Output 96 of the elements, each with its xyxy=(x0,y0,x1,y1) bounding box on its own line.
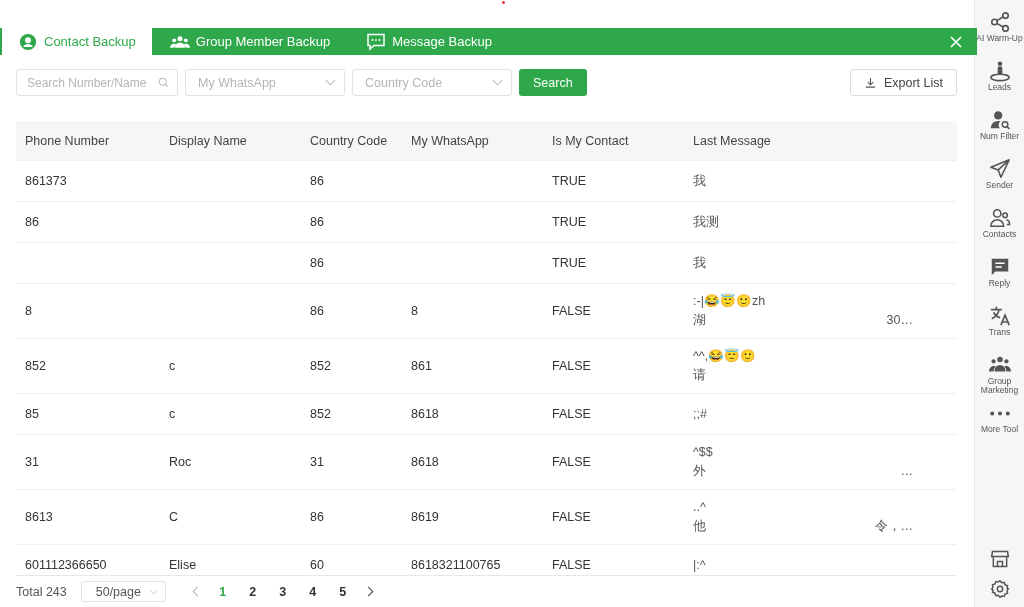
table-cell: 8613 xyxy=(25,510,53,524)
paper-plane-icon xyxy=(988,158,1011,180)
message-text: ^$$ xyxy=(693,444,713,461)
contacts-icon xyxy=(988,207,1011,229)
table-cell: Elise xyxy=(169,558,197,572)
message-text: 30… xyxy=(886,312,914,329)
settings-icon[interactable] xyxy=(989,579,1010,599)
share-icon xyxy=(988,11,1011,33)
page-button[interactable]: 3 xyxy=(267,583,298,600)
table-cell: TRUE xyxy=(552,174,587,188)
chevron-down-icon xyxy=(325,77,336,88)
table-cell: 60 xyxy=(310,558,324,572)
sidebar-item[interactable]: Trans xyxy=(975,305,1024,349)
table-cell: 86 xyxy=(310,174,324,188)
chevron-down-icon xyxy=(148,588,158,595)
chevron-down-icon xyxy=(492,77,503,88)
table-cell: Roc xyxy=(169,455,192,469)
message-text: … xyxy=(900,463,914,480)
table-cell: 8618 xyxy=(411,455,439,469)
message-text: ;;# xyxy=(693,405,707,423)
page-button[interactable]: 5 xyxy=(327,583,358,600)
export-list-button[interactable]: Export List xyxy=(849,69,957,96)
column-header: Phone Number xyxy=(24,133,111,148)
message-text: :-|😂😇🙂zh xyxy=(693,292,766,310)
chat-icon xyxy=(366,32,387,51)
table-cell: 601112366650 xyxy=(25,558,107,572)
user-icon xyxy=(18,32,38,51)
message-text: 我 xyxy=(693,172,706,190)
sidebar-item[interactable]: Reply xyxy=(975,256,1024,300)
table-cell: 31 xyxy=(310,455,324,469)
search-icon xyxy=(158,77,169,88)
table-cell: 861373 xyxy=(25,174,67,188)
table-cell: FALSE xyxy=(552,455,591,469)
column-header: Display Name xyxy=(168,133,248,148)
sidebar-item[interactable]: More Tool xyxy=(975,403,1024,447)
page-button[interactable]: 4 xyxy=(297,583,328,600)
table-cell: 852 xyxy=(310,407,331,421)
column-header: Is My Contact xyxy=(551,133,630,148)
message-text: 我 xyxy=(693,254,706,272)
message-text: ^^,😂😇🙂 xyxy=(693,347,757,365)
person-pin-icon xyxy=(988,60,1011,82)
table-cell: c xyxy=(169,359,176,373)
table-cell: 85 xyxy=(25,407,39,421)
table-cell: 8618321100765 xyxy=(411,558,501,572)
translate-icon xyxy=(988,305,1011,327)
page-button[interactable]: 2 xyxy=(237,583,268,600)
download-icon xyxy=(864,77,876,88)
next-page-icon[interactable] xyxy=(365,586,374,597)
table-cell: TRUE xyxy=(552,215,587,229)
country-code-dropdown[interactable]: Country Code xyxy=(352,69,512,96)
column-header: Last Message xyxy=(692,133,772,148)
store-icon[interactable] xyxy=(989,549,1010,569)
notification-dot xyxy=(502,1,505,4)
table-cell: 86 xyxy=(25,215,39,229)
table-cell: 31 xyxy=(25,455,39,469)
message-text: |:^ xyxy=(693,556,706,574)
message-text: 令，… xyxy=(874,518,914,535)
close-icon[interactable] xyxy=(950,35,962,48)
sidebar-item[interactable]: Group Marketing xyxy=(975,354,1024,398)
page-size-dropdown[interactable]: 50/page xyxy=(80,581,166,602)
table-cell: c xyxy=(169,407,176,421)
table-cell: TRUE xyxy=(552,256,587,270)
table-cell: C xyxy=(169,510,179,524)
message-text: 湖 xyxy=(693,312,706,329)
table-cell: FALSE xyxy=(552,558,591,572)
column-header: My WhatsApp xyxy=(410,133,490,148)
whatsapp-dropdown[interactable]: My WhatsApp xyxy=(185,69,345,96)
more-icon xyxy=(989,411,1010,416)
table-cell: 8619 xyxy=(411,510,439,524)
table-cell: FALSE xyxy=(552,407,591,421)
sidebar-item[interactable]: Num Filter xyxy=(975,109,1024,153)
table-cell: 852 xyxy=(310,359,331,373)
table-cell: 8 xyxy=(25,304,32,318)
message-text: ..^ xyxy=(693,499,706,516)
table-cell: 861 xyxy=(411,359,432,373)
table-cell: FALSE xyxy=(552,359,591,373)
table-cell: FALSE xyxy=(552,510,591,524)
total-count: Total 243 xyxy=(16,584,67,599)
message-text: 外 xyxy=(693,463,706,480)
table-cell: FALSE xyxy=(552,304,591,318)
sidebar-item[interactable]: Sender xyxy=(975,158,1024,202)
message-text: 他 xyxy=(693,518,706,535)
sidebar-item[interactable]: Leads xyxy=(975,60,1024,104)
message-text: 我测 xyxy=(693,213,719,231)
table-cell: 86 xyxy=(310,304,324,318)
message-text: 请 xyxy=(693,367,706,384)
table-cell: 8 xyxy=(411,304,418,318)
table-cell: 86 xyxy=(310,510,324,524)
table-cell: 86 xyxy=(310,256,324,270)
table-cell: 86 xyxy=(310,215,324,229)
person-search-icon xyxy=(988,109,1011,131)
sidebar-item[interactable]: Contacts xyxy=(975,207,1024,251)
table-cell: 8618 xyxy=(411,407,439,421)
search-field[interactable]: Search Number/Name xyxy=(16,69,178,96)
column-header: Country Code xyxy=(309,133,389,148)
table-cell: 852 xyxy=(25,359,46,373)
